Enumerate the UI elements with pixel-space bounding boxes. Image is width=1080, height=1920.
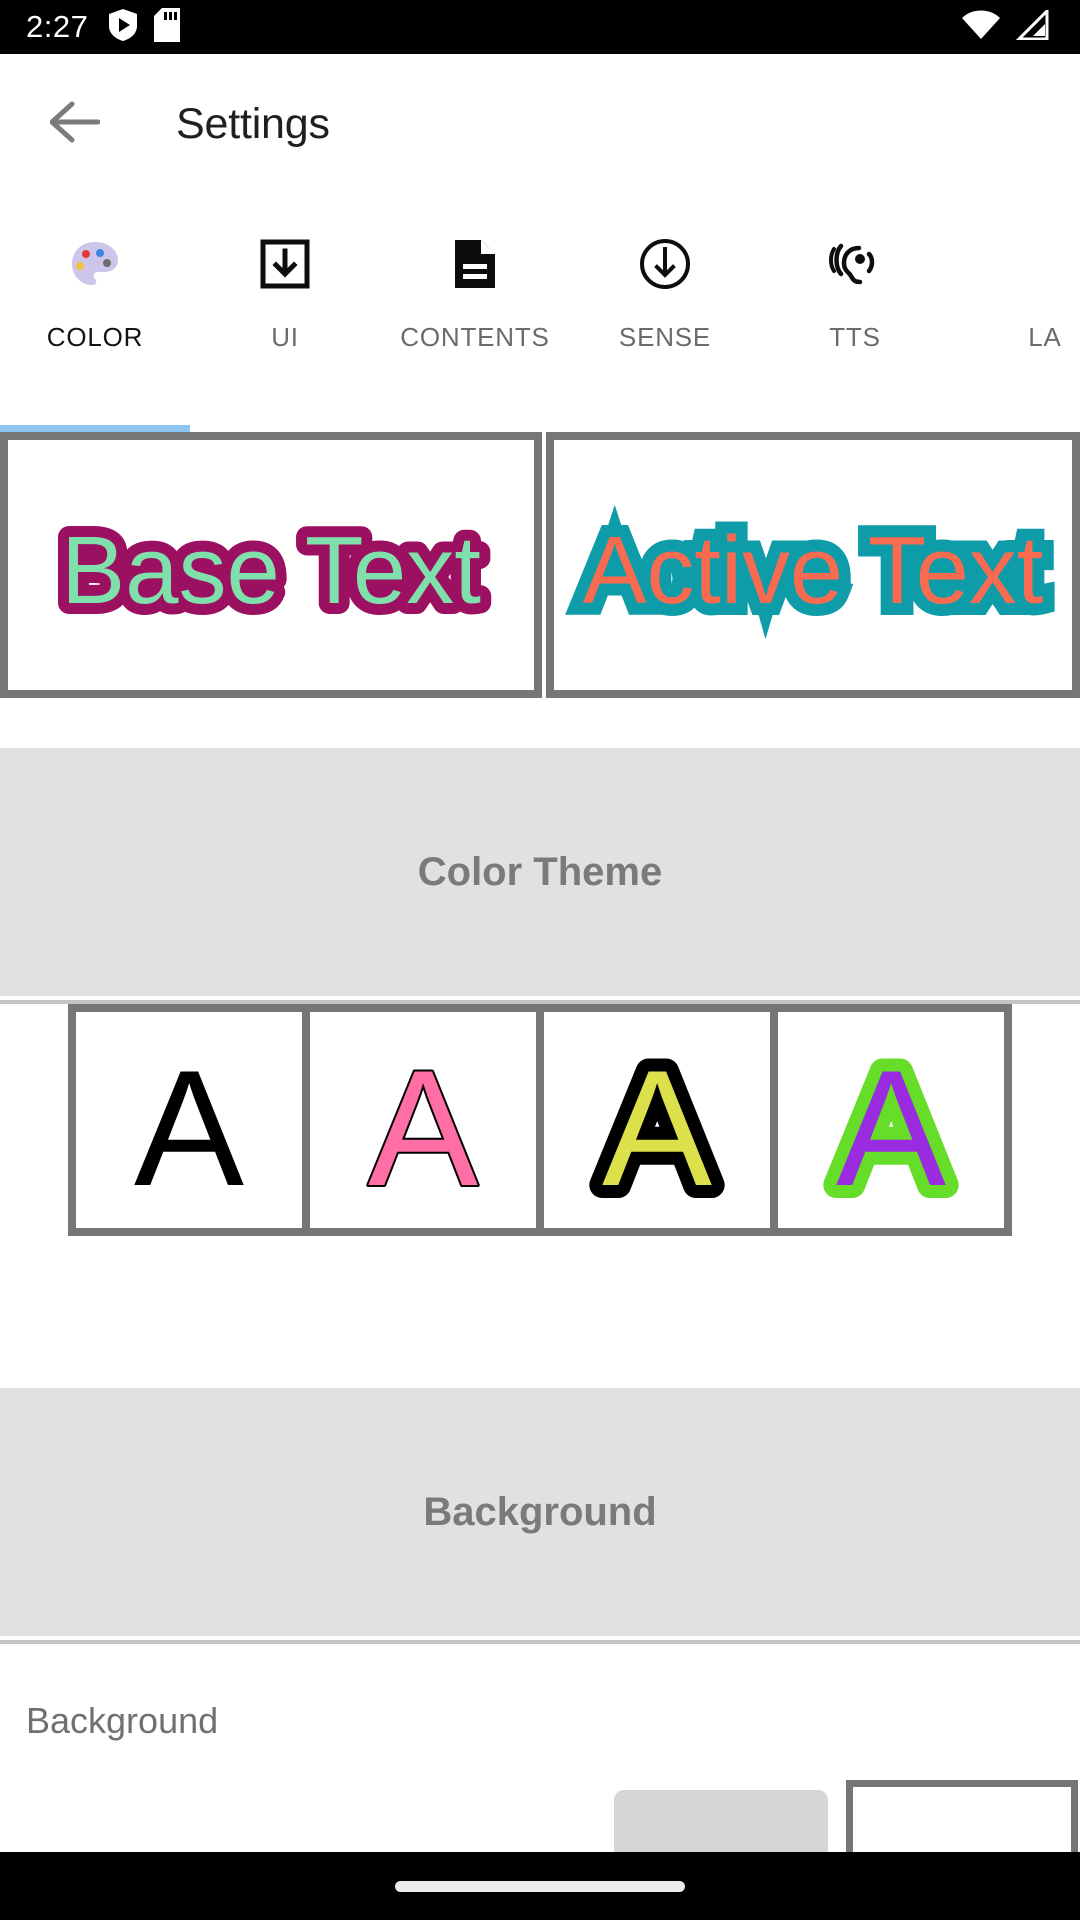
tab-ui[interactable]: UI (190, 194, 380, 430)
active-text-preview[interactable]: Active Text (545, 432, 1080, 698)
circle-down-arrow-icon (637, 236, 693, 292)
theme-swatch-black[interactable]: A (76, 1012, 302, 1228)
language-icon (1017, 236, 1073, 292)
theme-swatch-yellow-black[interactable]: A (544, 1012, 770, 1228)
play-protect-shield-icon (108, 8, 138, 47)
home-gesture-pill[interactable] (395, 1880, 685, 1892)
status-bar: 2:27 (0, 0, 1080, 54)
svg-text:A: A (368, 1036, 478, 1215)
tab-label-sense: SENSE (618, 322, 712, 352)
tab-sense[interactable]: SENSE (570, 194, 760, 430)
hearing-ear-icon (827, 236, 883, 292)
app-bar: Settings (0, 54, 1080, 194)
tab-label-ui: UI (271, 322, 299, 352)
background-title: Background (423, 1489, 657, 1534)
tab-label-tts: TTS (829, 322, 881, 352)
tab-tts[interactable]: TTS (760, 194, 950, 430)
svg-text:Base Text: Base Text (61, 517, 481, 624)
tab-label-color: COLOR (46, 322, 144, 352)
theme-swatch-pink[interactable]: A (310, 1012, 536, 1228)
color-theme-header-band: Color Theme (0, 748, 1080, 996)
wifi-icon (962, 10, 1000, 45)
tab-contents[interactable]: CONTENTS (380, 194, 570, 430)
sd-card-icon (154, 7, 181, 47)
status-right-icons (962, 6, 1050, 45)
background-row-label: Background (26, 1700, 219, 1741)
cell-signal-icon (1015, 6, 1050, 45)
system-navigation-bar (0, 1852, 1080, 1920)
tab-bar[interactable]: COLOR UI CONTENTS SENSE TTS LA (0, 194, 1080, 430)
tab-language[interactable]: LA (950, 194, 1080, 430)
background-header-band: Background (0, 1388, 1080, 1636)
back-button[interactable] (46, 95, 104, 153)
back-arrow-icon (49, 101, 101, 148)
tab-label-language: LA (1028, 322, 1062, 352)
svg-text:A: A (602, 1036, 712, 1215)
base-text-preview[interactable]: Base Text (0, 432, 542, 698)
page-title: Settings (176, 99, 330, 148)
tab-color[interactable]: COLOR (0, 194, 190, 430)
tab-active-indicator (0, 425, 190, 432)
palette-icon (67, 236, 123, 292)
status-clock: 2:27 (26, 9, 89, 44)
tab-label-contents: CONTENTS (400, 322, 550, 352)
background-divider (0, 1640, 1080, 1644)
svg-text:A: A (836, 1036, 946, 1215)
status-left-icons (108, 7, 181, 47)
svg-text:A: A (134, 1036, 244, 1215)
theme-swatch-purple-green[interactable]: A (778, 1012, 1004, 1228)
svg-text:Active Text: Active Text (583, 517, 1044, 624)
color-theme-title: Color Theme (417, 849, 663, 894)
download-box-icon (257, 236, 313, 292)
color-theme-swatch-row[interactable]: A A A A (68, 1004, 1012, 1236)
text-preview-row: Base Text Active Text (0, 432, 1080, 698)
document-icon (447, 236, 503, 292)
